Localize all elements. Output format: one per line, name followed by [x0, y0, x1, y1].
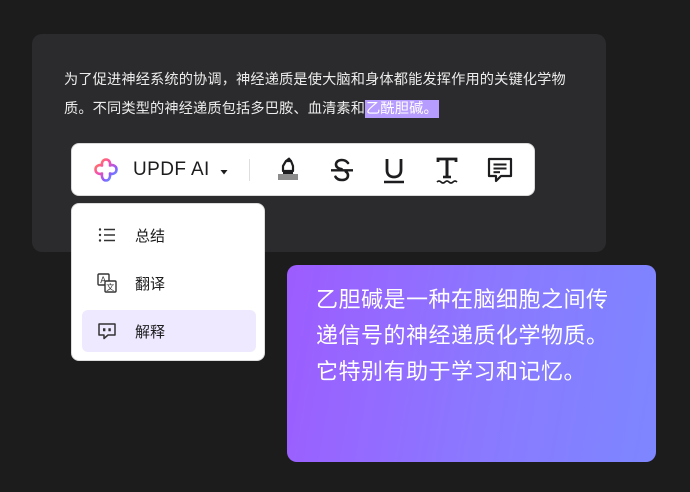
- annotation-toolbar: UPDF AI: [71, 143, 535, 196]
- translate-icon: A 文: [96, 272, 118, 294]
- updf-ai-dropdown-button[interactable]: UPDF AI: [92, 156, 232, 184]
- strikethrough-icon: [331, 158, 353, 182]
- squiggly-tool-button[interactable]: [431, 154, 463, 186]
- underline-tool-button[interactable]: [378, 154, 410, 186]
- underline-icon: [384, 159, 404, 184]
- updf-ai-logo-icon: [92, 156, 120, 184]
- ai-action-menu: 总结 A 文 翻译 解释: [71, 203, 265, 361]
- highlighter-icon: [278, 157, 298, 180]
- menu-item-label: 总结: [135, 227, 166, 245]
- toolbar-divider: [249, 159, 250, 181]
- highlight-tool-button[interactable]: [272, 154, 304, 186]
- menu-item-label: 翻译: [135, 275, 166, 293]
- strikethrough-tool-button[interactable]: [326, 154, 358, 186]
- document-text: 为了促进神经系统的协调，神经递质是使大脑和身体都能发挥作用的关键化学物质。不同类…: [64, 72, 566, 117]
- squiggly-text-icon: [436, 157, 458, 184]
- comment-tool-button[interactable]: [484, 154, 516, 186]
- menu-item-translate[interactable]: A 文 翻译: [82, 262, 256, 304]
- menu-item-label: 解释: [135, 323, 166, 341]
- ai-answer-text: 乙胆碱是一种在脑细胞之间传递信号的神经递质化学物质。它特别有助于学习和记忆。: [316, 288, 609, 385]
- explain-chat-icon: [96, 320, 118, 342]
- ai-answer-card: 乙胆碱是一种在脑细胞之间传递信号的神经递质化学物质。它特别有助于学习和记忆。: [287, 265, 656, 462]
- list-icon: [96, 224, 118, 246]
- selected-text-highlight[interactable]: 乙酰胆碱。: [365, 100, 439, 118]
- menu-item-summarize[interactable]: 总结: [82, 214, 256, 256]
- updf-ai-label: UPDF AI: [133, 159, 210, 180]
- menu-item-explain[interactable]: 解释: [82, 310, 256, 352]
- svg-text:文: 文: [106, 282, 114, 292]
- document-paragraph[interactable]: 为了促进神经系统的协调，神经递质是使大脑和身体都能发挥作用的关键化学物质。不同类…: [64, 66, 584, 124]
- comment-icon: [487, 157, 513, 183]
- caret-down-icon: [218, 163, 230, 175]
